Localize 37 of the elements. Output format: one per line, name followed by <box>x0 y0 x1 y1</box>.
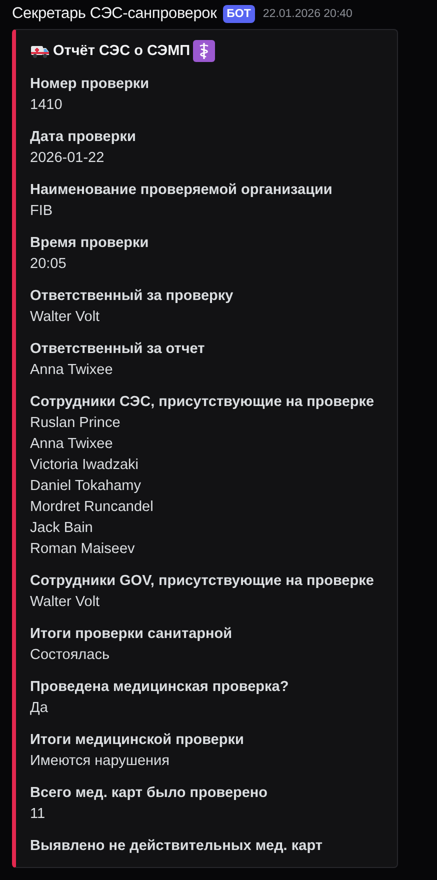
field-name: Ответственный за проверку <box>30 287 234 306</box>
field-value: Mordret Runcandel <box>30 498 154 517</box>
field-name: Сотрудники СЭС, присутствующие на проверке <box>30 393 376 412</box>
field-value: 20:05 <box>30 255 68 274</box>
field-value: FIB <box>30 202 54 221</box>
field-value: 11 <box>30 805 46 824</box>
field-value: Anna Twixee <box>30 435 114 454</box>
medical-symbol-icon <box>193 40 216 62</box>
field-value: Daniel Tokahamy <box>30 477 142 496</box>
field-name: Итоги медицинской проверки <box>30 731 245 750</box>
field-value: 1410 <box>30 96 64 115</box>
timestamp: 22.01.2026 20:40 <box>262 8 352 20</box>
field-name: Всего мед. карт было проверено <box>30 784 269 803</box>
field-value: Walter Volt <box>30 593 101 612</box>
field-value: Имеются нарушения <box>30 752 170 771</box>
bot-badge: БОТ <box>222 5 255 23</box>
field-name: Номер проверки <box>30 75 150 94</box>
field-name: Выявлено не действительных мед. карт <box>30 837 324 856</box>
field-value: Ruslan Prince <box>30 414 122 433</box>
author-name[interactable]: Секретарь СЭС-санпроверок <box>12 5 217 23</box>
field-value: Walter Volt <box>30 308 101 327</box>
field-name: Проведена медицинская проверка? <box>30 678 290 697</box>
field-value: Состоялась <box>30 646 111 665</box>
field-value: Да <box>30 699 49 718</box>
field-name: Ответственный за отчет <box>30 340 206 359</box>
field-value: 2026-01-22 <box>30 149 106 168</box>
field-name: Итоги проверки санитарной <box>30 625 234 644</box>
field-value: Jack Bain <box>30 519 94 538</box>
field-value: Roman Maiseev <box>30 540 136 559</box>
field-name: Время проверки <box>30 234 150 253</box>
ambulance-icon <box>30 43 50 59</box>
field-name: Сотрудники GOV, присутствующие на проверке <box>30 572 375 591</box>
field-name: Дата проверки <box>30 128 137 147</box>
field-value: Victoria Iwadzaki <box>30 456 140 475</box>
embed-title: Отчёт СЭС о СЭМП <box>53 43 190 59</box>
field-name: Наименование проверяемой организации <box>30 181 334 200</box>
field-value: Anna Twixee <box>30 361 114 380</box>
